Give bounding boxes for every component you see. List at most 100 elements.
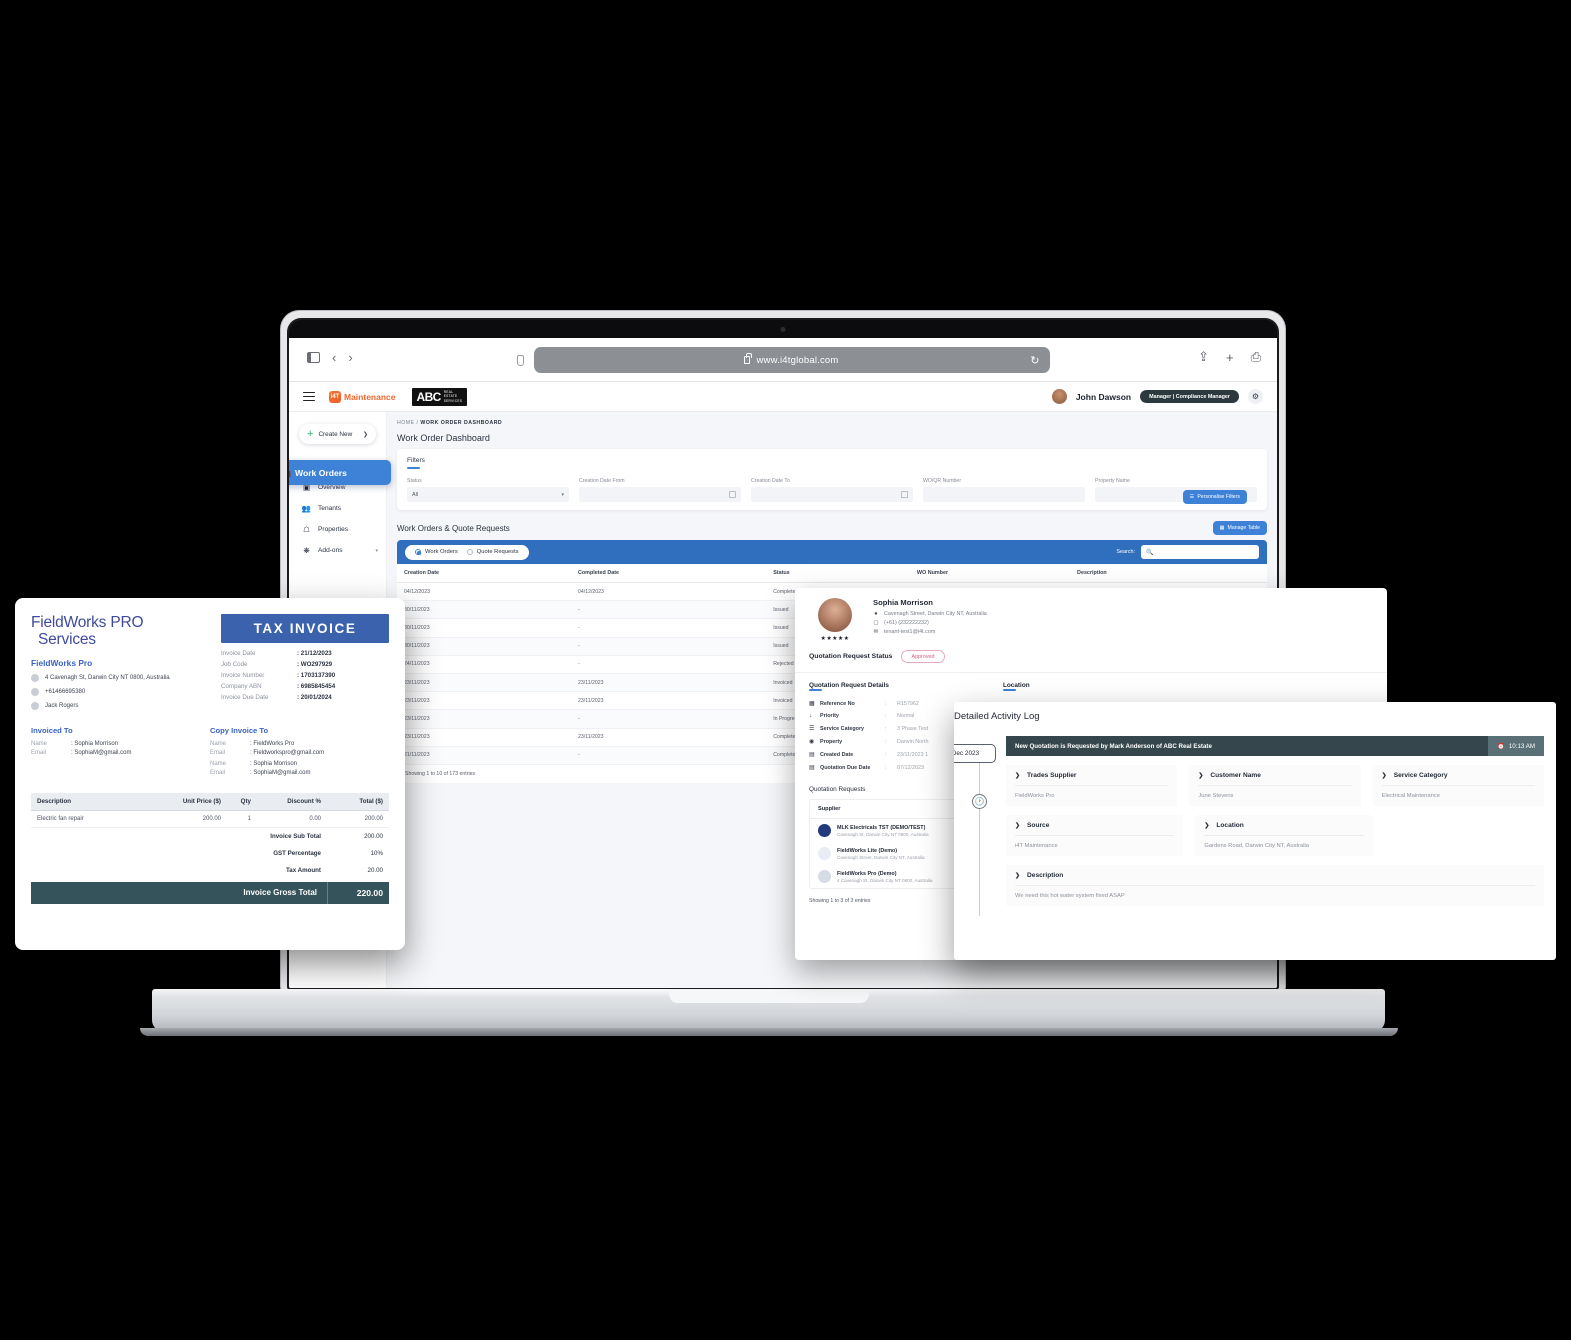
field-header: ❯ Source bbox=[1015, 822, 1175, 836]
detail-value: 23/11/2023 1 bbox=[897, 751, 929, 758]
invoice-meta-row: Invoice Date: 21/12/2023 bbox=[221, 650, 389, 657]
creation-date-to-input[interactable] bbox=[751, 487, 913, 502]
manage-table-button[interactable]: ▦ Manage Table bbox=[1212, 521, 1267, 535]
invoice-logo-line2: Services bbox=[38, 631, 96, 649]
activity-log-body: 20 Dec 2023 🕑 New Quotation is Requested… bbox=[954, 722, 1556, 916]
meta-value: : WO297929 bbox=[297, 661, 333, 668]
envelope-icon: ✉ bbox=[873, 629, 879, 635]
cell-completed-date: 23/11/2023 bbox=[570, 673, 767, 693]
hamburger-menu-icon[interactable] bbox=[303, 391, 315, 402]
field-trades-supplier[interactable]: ❯ Trades Supplier FieldWorks Pro bbox=[1006, 765, 1178, 806]
requester-phone-row: ▢ (+61) (232222232) bbox=[873, 620, 1373, 626]
avatar bbox=[818, 598, 852, 632]
invoice-supplier-block: FieldWorks PRO Services FieldWorks Pro 4… bbox=[31, 614, 221, 710]
table-icon: ▦ bbox=[1219, 525, 1225, 531]
new-tab-icon[interactable]: + bbox=[1226, 350, 1234, 365]
tax-invoice-banner: TAX INVOICE bbox=[221, 614, 389, 643]
sidebar-item-addons[interactable]: ❋ Add-ons ▾ bbox=[289, 540, 386, 561]
column-header[interactable]: Status bbox=[766, 564, 910, 583]
supplier-logo-icon bbox=[818, 870, 831, 883]
section-underline bbox=[809, 689, 822, 691]
invoice-table-header: Description Unit Price ($) Qty Discount … bbox=[31, 792, 389, 811]
sidebar-item-work-orders[interactable]: 💼 Work Orders bbox=[289, 460, 391, 485]
table-header-row: Creation Date Completed Date Status WO N… bbox=[397, 564, 1267, 583]
activity-log-title: Detailed Activity Log bbox=[954, 711, 1040, 722]
toggle-label: Quote Requests bbox=[476, 549, 519, 555]
breadcrumb-home[interactable]: HOME bbox=[397, 420, 415, 426]
field-service-category[interactable]: ❯ Service Category Electrical Maintenanc… bbox=[1372, 765, 1544, 806]
section-underline bbox=[407, 467, 420, 469]
screenshot-stage: ‹ › www.i4tglobal.com ↻ ⇪ + ⎙ i4T Mainte… bbox=[0, 0, 1571, 1340]
calendar-icon: ▤ bbox=[809, 752, 815, 758]
filter-label: Creation Date From bbox=[579, 478, 625, 484]
chevron-right-icon: ❯ bbox=[1015, 873, 1021, 879]
search-input[interactable]: 🔍 bbox=[1141, 545, 1259, 559]
chevron-down-icon: ▾ bbox=[561, 491, 564, 498]
sidebar-item-tenants[interactable]: 👥 Tenants bbox=[289, 498, 386, 519]
line-item-unit-price: 200.00 bbox=[202, 815, 221, 822]
creation-date-from-input[interactable] bbox=[579, 487, 741, 502]
avatar[interactable] bbox=[1051, 389, 1067, 404]
field-source[interactable]: ❯ Source i4T Maintenance bbox=[1006, 815, 1184, 856]
lock-icon bbox=[744, 353, 753, 364]
gross-total-label: Invoice Gross Total bbox=[243, 887, 317, 897]
radio-icon bbox=[415, 549, 421, 555]
detail-value: 3 Phase Test bbox=[897, 725, 929, 732]
invoice-phone-row: +61466695380 bbox=[31, 687, 221, 696]
party-label: Email bbox=[210, 749, 226, 756]
toggle-work-orders[interactable]: Work Orders bbox=[415, 549, 458, 555]
briefcase-icon: 💼 bbox=[289, 468, 291, 477]
summary-value: 200.00 bbox=[364, 832, 383, 840]
app-brand[interactable]: i4T Maintenance bbox=[329, 390, 396, 403]
search-label: Search: bbox=[1116, 549, 1135, 555]
reload-icon[interactable]: ↻ bbox=[1030, 354, 1039, 367]
person-icon bbox=[31, 701, 39, 710]
party-label: Email bbox=[31, 749, 47, 756]
field-customer-name[interactable]: ❯ Customer Name June Stevens bbox=[1189, 765, 1361, 806]
cell-creation-date: 23/11/2023 bbox=[397, 728, 571, 747]
toggle-quote-requests[interactable]: Quote Requests bbox=[466, 549, 519, 555]
field-description[interactable]: ❯ Description We need this hot water sys… bbox=[1006, 865, 1544, 906]
meta-label: Job Code bbox=[221, 661, 248, 668]
meta-label: Invoice Date bbox=[221, 650, 256, 657]
tabs-icon[interactable]: ⎙ bbox=[1251, 349, 1261, 365]
column-header[interactable]: Completed Date bbox=[570, 564, 767, 583]
sidebar-item-properties[interactable]: ☖ Properties bbox=[289, 519, 386, 540]
meta-value: : 6985845454 bbox=[297, 683, 336, 690]
party-label: Email bbox=[210, 769, 226, 776]
laptop-base bbox=[152, 989, 1385, 1032]
plus-icon: + bbox=[307, 427, 314, 440]
field-header: ❯ Location bbox=[1204, 822, 1364, 836]
create-new-button[interactable]: + Create New ❯ bbox=[299, 424, 376, 444]
line-item-total: 200.00 bbox=[364, 815, 383, 822]
invoice-company-name: FieldWorks Pro bbox=[31, 657, 93, 668]
invoice-summary-row: Tax Amount 20.00 bbox=[31, 862, 389, 879]
gear-icon[interactable]: ⚙ bbox=[1248, 389, 1263, 404]
filter-creation-date-to: Creation Date To bbox=[751, 478, 913, 502]
personalise-filters-button[interactable]: ☰ Personalise Filters bbox=[1182, 490, 1247, 504]
share-icon[interactable]: ⇪ bbox=[1198, 349, 1209, 365]
field-value: June Stevens bbox=[1198, 793, 1234, 799]
party-value: : Fieldworkspro@gmail.com bbox=[250, 749, 325, 756]
field-label: Customer Name bbox=[1210, 772, 1261, 779]
column-header[interactable]: Creation Date bbox=[397, 564, 571, 583]
priority-icon: ↓ bbox=[809, 713, 812, 719]
copy-invoice-to-title: Copy Invoice To bbox=[210, 725, 269, 735]
address-bar[interactable]: www.i4tglobal.com ↻ bbox=[533, 347, 1050, 373]
status-select[interactable]: All ▾ bbox=[407, 487, 569, 502]
cell-creation-date: 30/11/2023 bbox=[397, 600, 571, 620]
detailed-activity-log-panel: Detailed Activity Log 20 Dec 2023 🕑 New … bbox=[954, 702, 1556, 960]
filter-label: Status bbox=[407, 478, 422, 484]
requester-header: ★★★★★ Sophia Morrison ● Cavenagh Street,… bbox=[795, 588, 1387, 642]
webcam-notch bbox=[732, 320, 834, 338]
field-header: ❯ Customer Name bbox=[1198, 772, 1352, 786]
field-location[interactable]: ❯ Location Gardens Road, Darwin City NT,… bbox=[1195, 815, 1373, 856]
chevron-right-icon: ❯ bbox=[1015, 823, 1021, 829]
invoice-meta-row: Invoice Number: 1703137390 bbox=[221, 672, 389, 679]
column-header[interactable]: Description bbox=[1070, 564, 1267, 583]
detail-label: Property bbox=[820, 738, 843, 745]
wo-qr-number-input[interactable] bbox=[923, 487, 1085, 502]
invoice-meta-row: Job Code : WO297929 bbox=[221, 661, 389, 668]
column-header[interactable]: WO Number bbox=[909, 564, 1071, 583]
field-label: Location bbox=[1216, 822, 1244, 829]
